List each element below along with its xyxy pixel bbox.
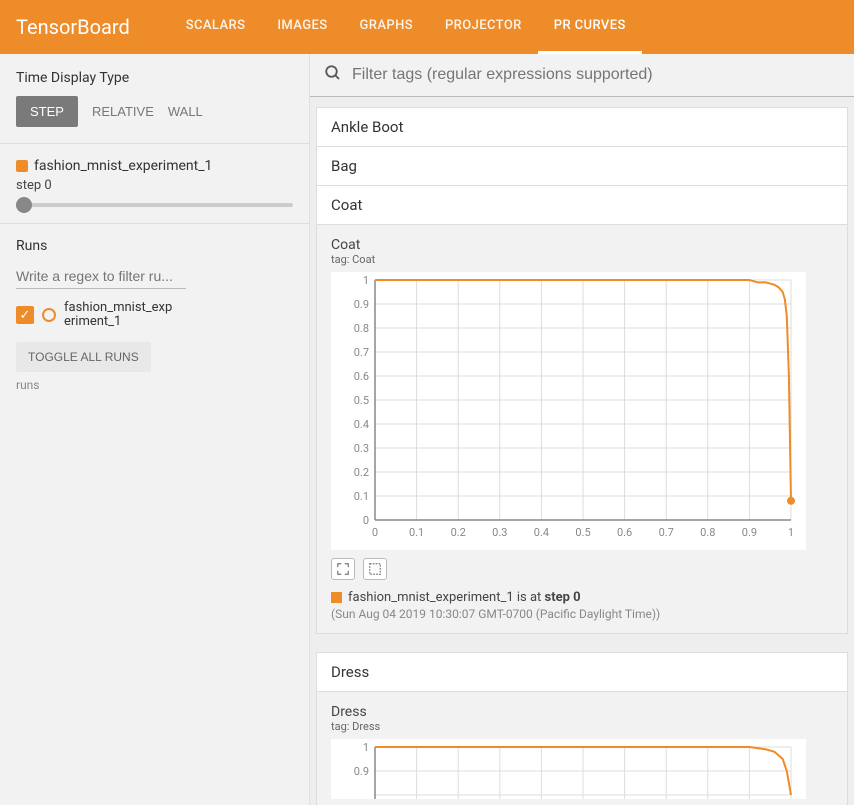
svg-text:0.2: 0.2 <box>451 526 466 539</box>
tab-scalars[interactable]: SCALARS <box>170 0 262 54</box>
svg-text:0.1: 0.1 <box>409 526 424 539</box>
svg-text:0.4: 0.4 <box>534 526 549 539</box>
tag-filter-input[interactable] <box>352 66 840 84</box>
accordion-coat[interactable]: Coat <box>316 186 848 225</box>
runs-footer: runs <box>16 378 293 392</box>
svg-text:0.8: 0.8 <box>700 526 715 539</box>
svg-text:0.3: 0.3 <box>492 526 507 539</box>
run-checkbox[interactable]: ✓ <box>16 306 34 324</box>
chart-tag-coat: tag: Coat <box>331 253 833 266</box>
svg-text:0.3: 0.3 <box>354 442 369 455</box>
chart-caption: fashion_mnist_experiment_1 is at step 0 <box>331 590 833 605</box>
caption-mid: is at <box>514 590 545 605</box>
svg-text:0: 0 <box>372 526 378 539</box>
caption-step: step 0 <box>545 590 581 605</box>
svg-text:0.7: 0.7 <box>354 346 369 359</box>
tab-images[interactable]: IMAGES <box>261 0 343 54</box>
slider-thumb[interactable] <box>16 197 32 213</box>
search-icon <box>324 64 342 86</box>
accordion-dress[interactable]: Dress <box>316 652 848 692</box>
toggle-all-runs-button[interactable]: TOGGLE ALL RUNS <box>16 342 151 372</box>
step-indicator: step 0 <box>16 178 293 193</box>
coat-panel: Coat tag: Coat <box>316 225 848 634</box>
nav-tabs: SCALARS IMAGES GRAPHS PROJECTOR PR CURVE… <box>170 0 642 54</box>
tab-graphs[interactable]: GRAPHS <box>344 0 429 54</box>
svg-text:0.9: 0.9 <box>742 526 757 539</box>
chart-timestamp: (Sun Aug 04 2019 10:30:07 GMT-0700 (Paci… <box>331 607 833 621</box>
svg-text:0.6: 0.6 <box>617 526 632 539</box>
run-color-swatch <box>16 160 28 172</box>
svg-text:0.9: 0.9 <box>354 298 369 311</box>
runs-label: Runs <box>16 238 293 254</box>
run-name: fashion_mnist_experiment_1 <box>64 301 174 330</box>
svg-text:0: 0 <box>363 514 369 527</box>
svg-text:0.6: 0.6 <box>354 370 369 383</box>
svg-text:0.8: 0.8 <box>354 322 369 335</box>
runs-filter-input[interactable] <box>16 264 186 289</box>
pr-curve-chart-dress[interactable]: 10.9 <box>331 739 806 799</box>
reset-zoom-icon[interactable] <box>363 558 387 580</box>
svg-text:1: 1 <box>363 741 369 754</box>
app-title: TensorBoard <box>16 15 130 39</box>
relative-button[interactable]: RELATIVE <box>92 104 154 119</box>
dress-panel: Dress tag: Dress 10.9 <box>316 692 848 805</box>
svg-text:1: 1 <box>363 274 369 287</box>
pr-curve-chart-coat[interactable]: 1 0.9 0.8 0.7 0.6 0.5 0.4 0.3 0.2 0.1 0 0 0.1 0.2… <box>331 272 806 550</box>
run-radio-icon[interactable] <box>42 308 56 322</box>
chart-tag-dress: tag: Dress <box>331 720 833 733</box>
main-content: Ankle Boot Bag Coat Coat tag: Coat <box>310 54 854 805</box>
filter-bar <box>310 54 854 97</box>
chart-title-coat: Coat <box>331 237 833 253</box>
caption-swatch <box>331 592 342 603</box>
step-slider[interactable] <box>16 203 293 207</box>
svg-text:1: 1 <box>788 526 794 539</box>
accordion-bag[interactable]: Bag <box>316 147 848 186</box>
step-button[interactable]: STEP <box>16 96 78 127</box>
caption-run-name: fashion_mnist_experiment_1 <box>348 590 514 605</box>
wall-button[interactable]: WALL <box>168 104 203 119</box>
tab-pr-curves[interactable]: PR CURVES <box>538 0 642 54</box>
run-list-item[interactable]: ✓ fashion_mnist_experiment_1 <box>16 301 293 330</box>
svg-text:0.5: 0.5 <box>575 526 590 539</box>
chart-title-dress: Dress <box>331 704 833 720</box>
time-display-label: Time Display Type <box>16 70 293 86</box>
tab-projector[interactable]: PROJECTOR <box>429 0 538 54</box>
top-bar: TensorBoard SCALARS IMAGES GRAPHS PROJEC… <box>0 0 854 54</box>
accordion-ankle-boot[interactable]: Ankle Boot <box>316 107 848 147</box>
svg-text:0.4: 0.4 <box>354 418 369 431</box>
svg-text:0.2: 0.2 <box>354 466 369 479</box>
sidebar: Time Display Type STEP RELATIVE WALL fas… <box>0 54 310 805</box>
svg-text:0.9: 0.9 <box>354 765 369 778</box>
svg-text:0.7: 0.7 <box>659 526 674 539</box>
svg-text:0.5: 0.5 <box>354 394 369 407</box>
svg-text:0.1: 0.1 <box>354 490 369 503</box>
run-heading: fashion_mnist_experiment_1 <box>34 158 212 174</box>
fullscreen-icon[interactable] <box>331 558 355 580</box>
